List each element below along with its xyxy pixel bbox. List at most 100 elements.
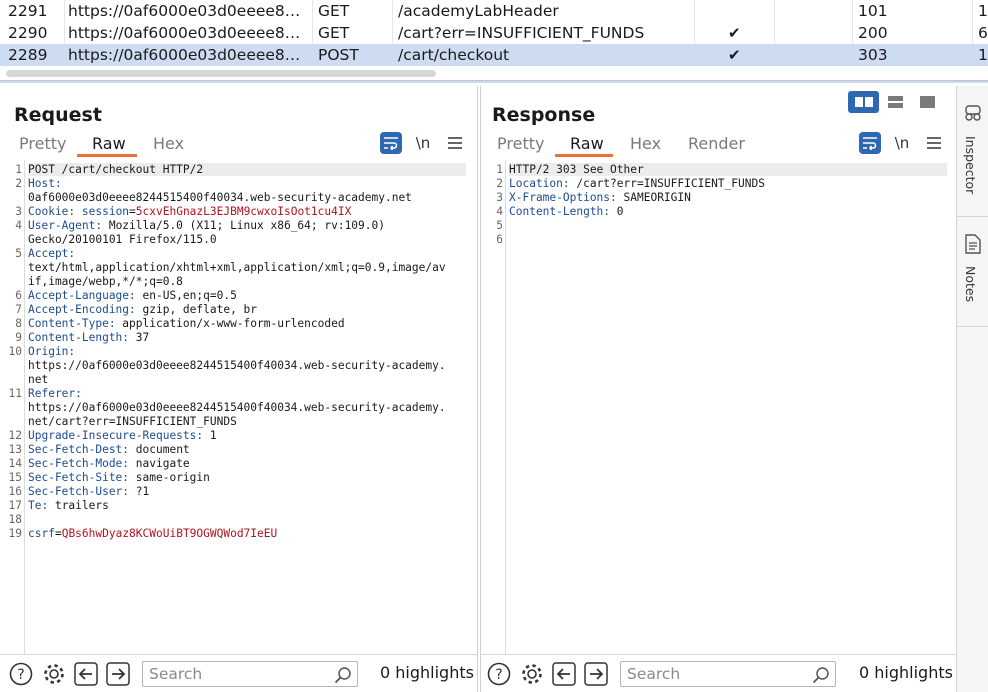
horizontal-scrollbar[interactable]: [6, 70, 436, 77]
sidebar-divider: [957, 216, 988, 217]
response-editor[interactable]: 123456 HTTP/2 303 See Other Location: /ca…: [481, 160, 956, 654]
tab-hex[interactable]: Hex: [630, 134, 661, 158]
side-by-side-layout-button[interactable]: [848, 91, 879, 113]
code-text: navigate: [129, 457, 190, 470]
request-search-input[interactable]: Search: [142, 661, 358, 687]
row-url: /cart/checkout: [398, 46, 510, 64]
header-name: Upgrade-Insecure-Requests:: [28, 429, 204, 442]
show-newlines-button[interactable]: \n: [891, 132, 913, 154]
request-editor[interactable]: 1 2 3 4 5 6 7 8 9 10 11 12 13 14 15 16 17 18 19 POST /cart…: [0, 160, 477, 654]
line-number: 12: [8, 429, 22, 442]
table-row-selected[interactable]: 2289 https://0af6000e03d0eeee8244515400f…: [0, 44, 988, 66]
next-arrow-icon[interactable]: [106, 662, 130, 686]
row-status: 303: [858, 46, 888, 64]
line-number: 10: [8, 345, 22, 358]
header-name: Content-Length:: [509, 205, 611, 218]
single-pane-layout-button[interactable]: [912, 91, 943, 113]
svg-text:?: ?: [495, 667, 502, 683]
line-number: 1: [496, 163, 503, 176]
line-number: 8: [15, 317, 22, 330]
code-text: document: [129, 443, 190, 456]
header-name: Referer:: [28, 387, 82, 400]
table-row[interactable]: 2290 https://0af6000e03d0eeee8244515400f…: [0, 22, 988, 44]
pane-divider[interactable]: [0, 80, 988, 83]
row-status: 101: [858, 2, 888, 20]
code-text: trailers: [48, 499, 109, 512]
header-name: Origin:: [28, 345, 76, 358]
help-icon[interactable]: ?: [487, 662, 511, 686]
code-text: POST /cart/checkout HTTP/2: [28, 163, 204, 176]
code-line: Sec-Fetch-User: ?1: [28, 485, 149, 498]
code-line: Host:: [28, 177, 62, 190]
code-line: Sec-Fetch-Site: same-origin: [28, 471, 210, 484]
row-edited-check: ✔: [728, 46, 741, 64]
previous-arrow-icon[interactable]: [552, 662, 576, 686]
show-newlines-button[interactable]: \n: [412, 132, 434, 154]
response-search-input[interactable]: Search: [620, 661, 836, 687]
code-text: application/x-www-form-urlencoded: [115, 317, 345, 330]
code-line: Sec-Fetch-Dest: document: [28, 443, 190, 456]
code-line: csrf=QBs6hwDyaz8KCWoUiBT9OGWQWod7IeEU: [28, 527, 277, 540]
code-line: text/html,application/xhtml+xml,applicat…: [28, 261, 446, 274]
row-length: 1: [978, 46, 988, 64]
row-status: 200: [858, 24, 888, 42]
table-row[interactable]: 2291 https://0af6000e03d0eeee8244515400f…: [0, 0, 988, 22]
code-line: https://0af6000e03d0eeee8244515400f40034…: [28, 401, 446, 414]
code-line: if,image/webp,*/*;q=0.8: [28, 275, 183, 288]
line-number: 7: [15, 303, 22, 316]
tab-hex[interactable]: Hex: [153, 134, 184, 158]
menu-icon[interactable]: [444, 132, 466, 154]
header-name: Sec-Fetch-User:: [28, 485, 130, 498]
row-host: https://0af6000e03d0eeee8244515400f40034…: [68, 2, 310, 20]
line-number: 9: [15, 331, 22, 344]
row-method: POST: [318, 46, 359, 64]
layout-toggle-group: [848, 91, 944, 115]
tab-pretty[interactable]: Pretty: [497, 134, 544, 158]
line-number: 19: [8, 527, 22, 540]
tab-render[interactable]: Render: [688, 134, 745, 158]
row-length: 1: [978, 2, 988, 20]
row-url: /cart?err=INSUFFICIENT_FUNDS: [398, 24, 645, 42]
settings-gear-icon[interactable]: [42, 662, 66, 686]
code-line: Gecko/20100101 Firefox/115.0: [28, 233, 217, 246]
line-number: 17: [8, 499, 22, 512]
line-number: 5: [496, 219, 503, 232]
row-host: https://0af6000e03d0eeee8244515400f40034…: [68, 46, 310, 64]
row-length: 6: [978, 24, 988, 42]
code-line: Content-Type: application/x-www-form-url…: [28, 317, 345, 330]
code-text: 0af6000e03d0eeee8244515400f40034.web-sec…: [28, 191, 412, 204]
sidebar-divider: [957, 326, 988, 327]
wrap-icon: [863, 137, 877, 151]
word-wrap-button[interactable]: [859, 132, 881, 154]
row-host: https://0af6000e03d0eeee8244515400f40034…: [68, 24, 310, 42]
header-name: Cookie:: [28, 205, 76, 218]
history-table: 2291 https://0af6000e03d0eeee8244515400f…: [0, 0, 988, 82]
sidebar-item-notes[interactable]: Notes: [957, 232, 988, 332]
code-line: User-Agent: Mozilla/5.0 (X11; Linux x86_…: [28, 219, 385, 232]
request-pane: Request Pretty Raw Hex \n 1 2 3 4 5 6 7 8 9 10 11 1…: [0, 86, 478, 692]
rows-icon: [888, 96, 903, 108]
header-name: csrf: [28, 527, 55, 540]
settings-gear-icon[interactable]: [520, 662, 544, 686]
line-number: 6: [15, 289, 22, 302]
next-arrow-icon[interactable]: [584, 662, 608, 686]
stacked-layout-button[interactable]: [880, 91, 911, 113]
word-wrap-button[interactable]: [380, 132, 402, 154]
header-name: Sec-Fetch-Site:: [28, 471, 130, 484]
sidebar-item-inspector[interactable]: Inspector: [957, 100, 988, 210]
code-text: 37: [129, 331, 150, 344]
code-line: HTTP/2 303 See Other: [509, 163, 947, 176]
previous-arrow-icon[interactable]: [74, 662, 98, 686]
code-text: net/cart?err=INSUFFICIENT_FUNDS: [28, 415, 237, 428]
response-pane: Response Pretty Raw Hex Render \n 123456…: [480, 86, 956, 692]
inspector-icon: [965, 105, 981, 121]
header-name: Accept:: [28, 247, 76, 260]
code-text: =: [54, 527, 62, 540]
line-gutter: 123456: [481, 160, 506, 654]
help-icon[interactable]: ?: [9, 662, 33, 686]
tab-pretty[interactable]: Pretty: [19, 134, 66, 158]
menu-icon[interactable]: [923, 132, 945, 154]
line-number: 3: [15, 205, 22, 218]
row-id: 2289: [8, 46, 48, 64]
code-text: Gecko/20100101 Firefox/115.0: [28, 233, 217, 246]
